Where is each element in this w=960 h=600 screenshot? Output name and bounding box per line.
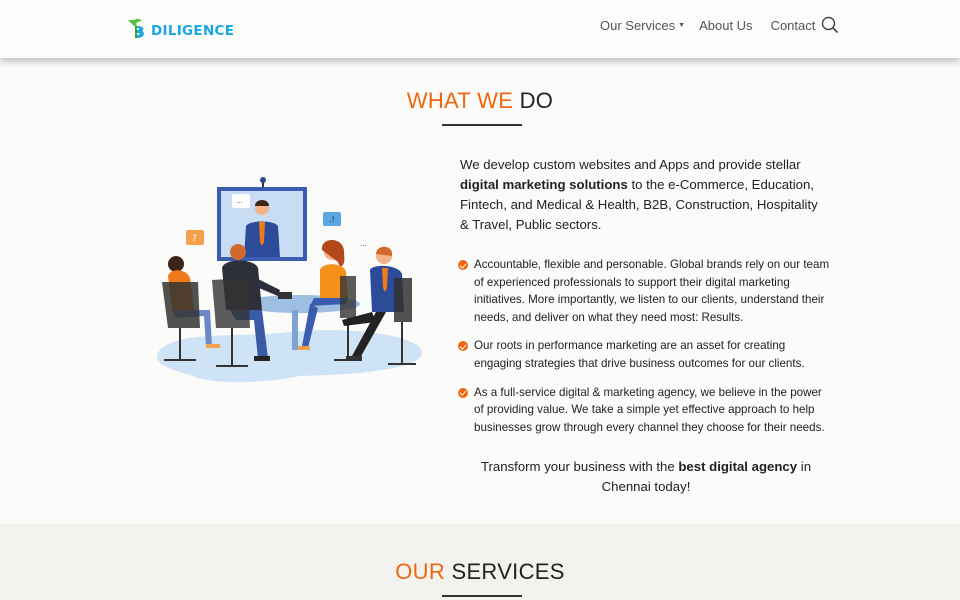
closing-bold: best digital agency (678, 459, 798, 474)
search-icon[interactable] (821, 16, 839, 34)
svg-text:...: ... (236, 197, 243, 205)
list-item-text: Accountable, flexible and personable. Gl… (474, 258, 830, 324)
site-header: DILIGENCE Our Services ▼ About Us Contac… (0, 0, 960, 58)
list-item: Accountable, flexible and personable. Gl… (458, 256, 830, 326)
closing-statement: Transform your business with the best di… (460, 457, 832, 497)
video-meeting-illustration: ... .! ? ... (156, 177, 423, 383)
logo-leaf-icon (128, 18, 144, 38)
intro-bold: digital marketing solutions (460, 177, 628, 192)
main-nav: Our Services ▼ About Us Contact (600, 18, 833, 33)
what-we-do-title-accent: WHAT WE (406, 88, 514, 113)
check-circle-icon (458, 260, 468, 270)
intro-paragraph: We develop custom websites and Apps and … (460, 155, 830, 235)
nav-our-services[interactable]: Our Services ▼ (600, 18, 685, 33)
check-circle-icon (458, 387, 468, 398)
check-circle-icon (458, 341, 468, 352)
what-we-do-title: WHAT WE DO (0, 88, 960, 114)
svg-text:...: ... (360, 240, 367, 248)
list-item: Our roots in performance marketing are a… (458, 337, 830, 372)
what-we-do-title-rest: DO (519, 88, 554, 113)
nav-about-us[interactable]: About Us (699, 18, 752, 33)
nav-our-services-label: Our Services (600, 18, 676, 33)
our-services-title-accent: OUR (395, 559, 446, 584)
svg-text:?: ? (192, 234, 197, 244)
list-item: As a full-service digital & marketing ag… (458, 384, 830, 437)
services-title-underline (442, 595, 522, 597)
feature-list: Accountable, flexible and personable. Gl… (458, 256, 830, 447)
title-underline (442, 124, 522, 126)
brand-logo[interactable]: DILIGENCE (126, 16, 234, 40)
brand-name: DILIGENCE (151, 22, 235, 39)
our-services-title: OUR SERVICES (0, 559, 960, 585)
list-item-text: Our roots in performance marketing are a… (474, 339, 805, 370)
list-item-text: As a full-service digital & marketing ag… (474, 385, 825, 434)
dropdown-caret-icon: ▼ (678, 22, 686, 29)
closing-text-1: Transform your business with the (480, 459, 679, 474)
intro-text-1: We develop custom websites and Apps and … (460, 157, 801, 172)
our-services-title-rest: SERVICES (451, 559, 565, 584)
svg-text:.!: .! (329, 215, 335, 224)
nav-contact[interactable]: Contact (771, 18, 816, 33)
